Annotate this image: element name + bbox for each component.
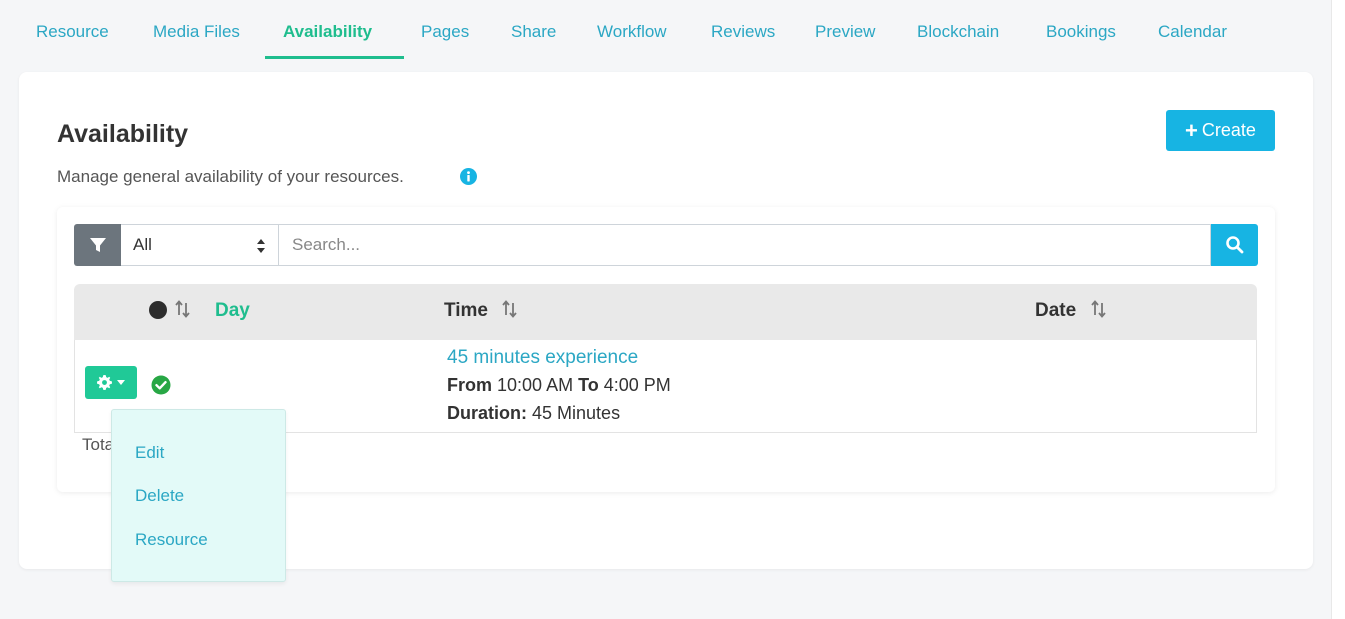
time-range: From 10:00 AM To 4:00 PM	[447, 375, 671, 396]
from-label: From	[447, 375, 492, 395]
select-arrows-icon	[257, 239, 265, 253]
duration-value: 45 Minutes	[532, 403, 621, 423]
tab-reviews[interactable]: Reviews	[711, 22, 775, 60]
page-subtitle: Manage general availability of your reso…	[57, 167, 404, 186]
tab-blockchain[interactable]: Blockchain	[917, 22, 999, 60]
column-header-time[interactable]: Time	[444, 300, 488, 322]
status-select[interactable]: All	[121, 224, 279, 266]
sort-icon[interactable]	[174, 299, 192, 319]
search-icon	[1225, 236, 1243, 254]
row-actions-button[interactable]	[85, 366, 137, 399]
status-dot-icon	[149, 301, 167, 319]
caret-down-icon	[117, 380, 125, 385]
tab-bar: Resource Media Files Availability Pages …	[0, 0, 1331, 60]
page-title: Availability	[57, 120, 189, 148]
tab-share[interactable]: Share	[511, 22, 556, 60]
active-tab-indicator	[265, 56, 404, 59]
tab-preview[interactable]: Preview	[815, 22, 875, 60]
tab-workflow[interactable]: Workflow	[597, 22, 667, 60]
duration-label: Duration:	[447, 403, 527, 423]
menu-item-resource[interactable]: Resource	[135, 530, 208, 550]
total-count-text: Tota	[82, 435, 115, 454]
check-circle-icon	[151, 375, 171, 395]
tab-media-files[interactable]: Media Files	[153, 22, 240, 60]
search-input[interactable]: Search...	[279, 224, 1211, 266]
create-button-label: Create	[1201, 120, 1256, 140]
from-time: 10:00 AM	[497, 375, 574, 395]
tab-calendar[interactable]: Calendar	[1158, 22, 1227, 60]
info-icon[interactable]	[460, 168, 477, 185]
search-button[interactable]	[1211, 224, 1258, 266]
right-edge-panel	[1331, 0, 1345, 619]
tab-bookings[interactable]: Bookings	[1046, 22, 1116, 60]
plus-icon: +	[1185, 117, 1198, 143]
search-placeholder: Search...	[292, 235, 361, 254]
filter-button[interactable]	[74, 224, 121, 266]
sort-icon[interactable]	[501, 299, 519, 319]
table-header	[74, 284, 1257, 340]
column-header-date[interactable]: Date	[1035, 300, 1076, 322]
to-label: To	[578, 375, 599, 395]
sort-icon[interactable]	[1090, 299, 1108, 319]
gear-icon	[97, 375, 112, 390]
availability-title-link[interactable]: 45 minutes experience	[447, 347, 638, 369]
tab-pages[interactable]: Pages	[421, 22, 469, 60]
column-header-day[interactable]: Day	[215, 300, 250, 322]
create-button[interactable]: + Create	[1166, 110, 1275, 151]
tab-availability[interactable]: Availability	[283, 22, 372, 60]
filter-icon	[89, 238, 106, 252]
to-time: 4:00 PM	[603, 375, 671, 395]
tab-resource[interactable]: Resource	[36, 22, 109, 60]
menu-item-delete[interactable]: Delete	[135, 486, 184, 506]
menu-item-edit[interactable]: Edit	[135, 443, 164, 463]
duration: Duration: 45 Minutes	[447, 403, 620, 424]
status-select-value: All	[133, 235, 152, 254]
